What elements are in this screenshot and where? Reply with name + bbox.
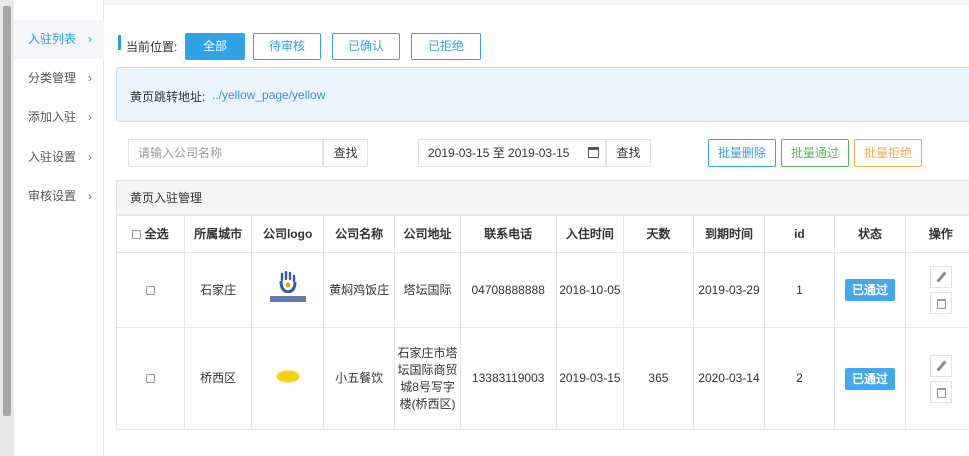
row-checkbox-cell[interactable] (117, 327, 185, 430)
name-cell: 小五餐饮 (322, 327, 396, 430)
join-date-cell: 2019-03-15 (555, 327, 625, 430)
pencil-icon (936, 271, 947, 283)
edit-button[interactable] (929, 354, 952, 377)
tab-all[interactable]: 全部 (185, 33, 245, 60)
delete-button[interactable] (929, 292, 952, 314)
chevron-right-icon: › (88, 189, 92, 203)
row-checkbox[interactable] (145, 374, 155, 384)
hand-logo-graphic (279, 270, 297, 293)
location-label: 当前位置: (126, 40, 178, 54)
redirect-url[interactable]: ../yellow_page/yellow (212, 88, 325, 102)
actions-cell (905, 252, 969, 328)
sidebar-item-label: 添加入驻 (28, 110, 77, 124)
trash-icon (936, 299, 946, 309)
column-header-id: id (764, 215, 835, 253)
status-cell: 已通过 (833, 252, 907, 328)
yellow-oval-logo-icon (276, 371, 299, 382)
logo-cell (251, 252, 324, 328)
calendar-icon (588, 147, 599, 158)
expire-date-cell: 2020-03-14 (692, 327, 766, 430)
sidebar-item-label: 入驻设置 (28, 150, 77, 164)
company-search-input[interactable] (128, 139, 323, 167)
sidebar-item-label: 入驻列表 (28, 32, 77, 46)
chevron-right-icon: › (88, 32, 92, 46)
main-content: 当前位置: 全部 待审核 已确认 已拒绝 黄页跳转地址: ../yellow_p… (104, 0, 969, 456)
vertical-scrollbar[interactable] (0, 0, 14, 456)
date-range-value: 2019-03-15 至 2019-03-15 (428, 146, 570, 160)
city-cell: 石家庄 (183, 252, 253, 328)
column-header-phone: 联系电话 (459, 215, 557, 253)
location-marker (118, 35, 121, 50)
sidebar-item-label: 分类管理 (28, 71, 77, 85)
status-badge: 已通过 (845, 279, 895, 301)
row-checkbox-cell[interactable] (117, 252, 185, 328)
date-search-button[interactable]: 查找 (606, 139, 651, 167)
column-header-status: 状态 (833, 215, 907, 253)
select-all-label: 全选 (144, 226, 169, 241)
row-checkbox[interactable] (145, 285, 155, 295)
panel-title: 黄页入驻管理 (117, 181, 969, 215)
redirect-label: 黄页跳转地址: (130, 90, 206, 104)
sidebar-item-review[interactable]: 审核设置 › (14, 177, 104, 216)
chevron-right-icon: › (88, 71, 92, 85)
tab-confirmed[interactable]: 已确认 (332, 33, 400, 60)
date-range-picker[interactable]: 2019-03-15 至 2019-03-15 (418, 139, 606, 167)
select-all-checkbox[interactable] (132, 229, 142, 239)
column-header-actions: 操作 (905, 215, 969, 253)
table-row: 桥西区 小五餐饮 石家庄市塔坛国际商贸城8号写字楼(桥西区) 133831190… (117, 327, 969, 430)
id-cell: 2 (764, 327, 835, 430)
chevron-right-icon: › (88, 110, 92, 124)
trash-icon (936, 387, 946, 398)
yellow-page-panel: 黄页入驻管理 全选 所属城市 公司logo 公司名称 公司地址 联系电话 入住时… (116, 180, 969, 430)
actions-cell (905, 327, 969, 430)
search-button[interactable]: 查找 (323, 139, 368, 167)
table-row: 石家庄 黄焖鸡饭庄 塔坛国际 04708888888 2018-10-05 20… (117, 252, 969, 328)
city-cell: 桥西区 (183, 327, 253, 430)
chevron-right-icon: › (88, 150, 92, 164)
scrollbar-thumb[interactable] (3, 6, 11, 416)
redirect-notice: 黄页跳转地址: ../yellow_page/yellow (116, 67, 969, 122)
bulk-reject-button[interactable]: 批量拒绝 (854, 139, 922, 167)
bulk-delete-button[interactable]: 批量删除 (708, 139, 776, 167)
edit-button[interactable] (929, 266, 952, 288)
days-cell (623, 252, 694, 328)
table-header-row: 全选 所属城市 公司logo 公司名称 公司地址 联系电话 入住时间 天数 到期… (117, 215, 969, 253)
status-cell: 已通过 (833, 327, 907, 430)
expire-date-cell: 2019-03-29 (692, 252, 766, 328)
phone-cell: 04708888888 (459, 252, 557, 328)
days-cell: 365 (623, 327, 694, 430)
sidebar: 入驻列表 › 分类管理 › 添加入驻 › 入驻设置 › 审核设置 › (14, 0, 104, 456)
sidebar-item-settings[interactable]: 入驻设置 › (14, 138, 104, 177)
sidebar-item-label: 审核设置 (28, 189, 77, 203)
sidebar-item-settle-list[interactable]: 入驻列表 › (14, 20, 104, 59)
settle-table: 全选 所属城市 公司logo 公司名称 公司地址 联系电话 入住时间 天数 到期… (117, 215, 969, 430)
hand-logo-icon (268, 270, 308, 305)
name-cell: 黄焖鸡饭庄 (322, 252, 396, 328)
logo-cell (251, 327, 324, 430)
logo-caption-graphic (269, 295, 306, 302)
delete-button[interactable] (929, 380, 952, 403)
column-header-expire-date: 到期时间 (692, 215, 766, 253)
join-date-cell: 2018-10-05 (555, 252, 625, 328)
status-badge: 已通过 (845, 367, 895, 390)
tab-rejected[interactable]: 已拒绝 (411, 33, 481, 60)
sidebar-item-category[interactable]: 分类管理 › (14, 59, 104, 98)
column-header-address: 公司地址 (394, 215, 461, 253)
address-cell: 石家庄市塔坛国际商贸城8号写字楼(桥西区) (394, 327, 461, 430)
pencil-icon (936, 359, 947, 372)
column-header-days: 天数 (623, 215, 694, 253)
id-cell: 1 (764, 252, 835, 328)
select-all-header[interactable]: 全选 (117, 215, 185, 253)
address-cell: 塔坛国际 (394, 252, 461, 328)
column-header-logo: 公司logo (251, 215, 324, 253)
column-header-join-date: 入住时间 (555, 215, 625, 253)
bulk-approve-button[interactable]: 批量通过 (781, 139, 849, 167)
phone-cell: 13383119003 (459, 327, 557, 430)
column-header-city: 所属城市 (183, 215, 253, 253)
sidebar-item-add[interactable]: 添加入驻 › (14, 98, 104, 137)
tab-pending[interactable]: 待审核 (253, 33, 321, 60)
column-header-name: 公司名称 (322, 215, 396, 253)
